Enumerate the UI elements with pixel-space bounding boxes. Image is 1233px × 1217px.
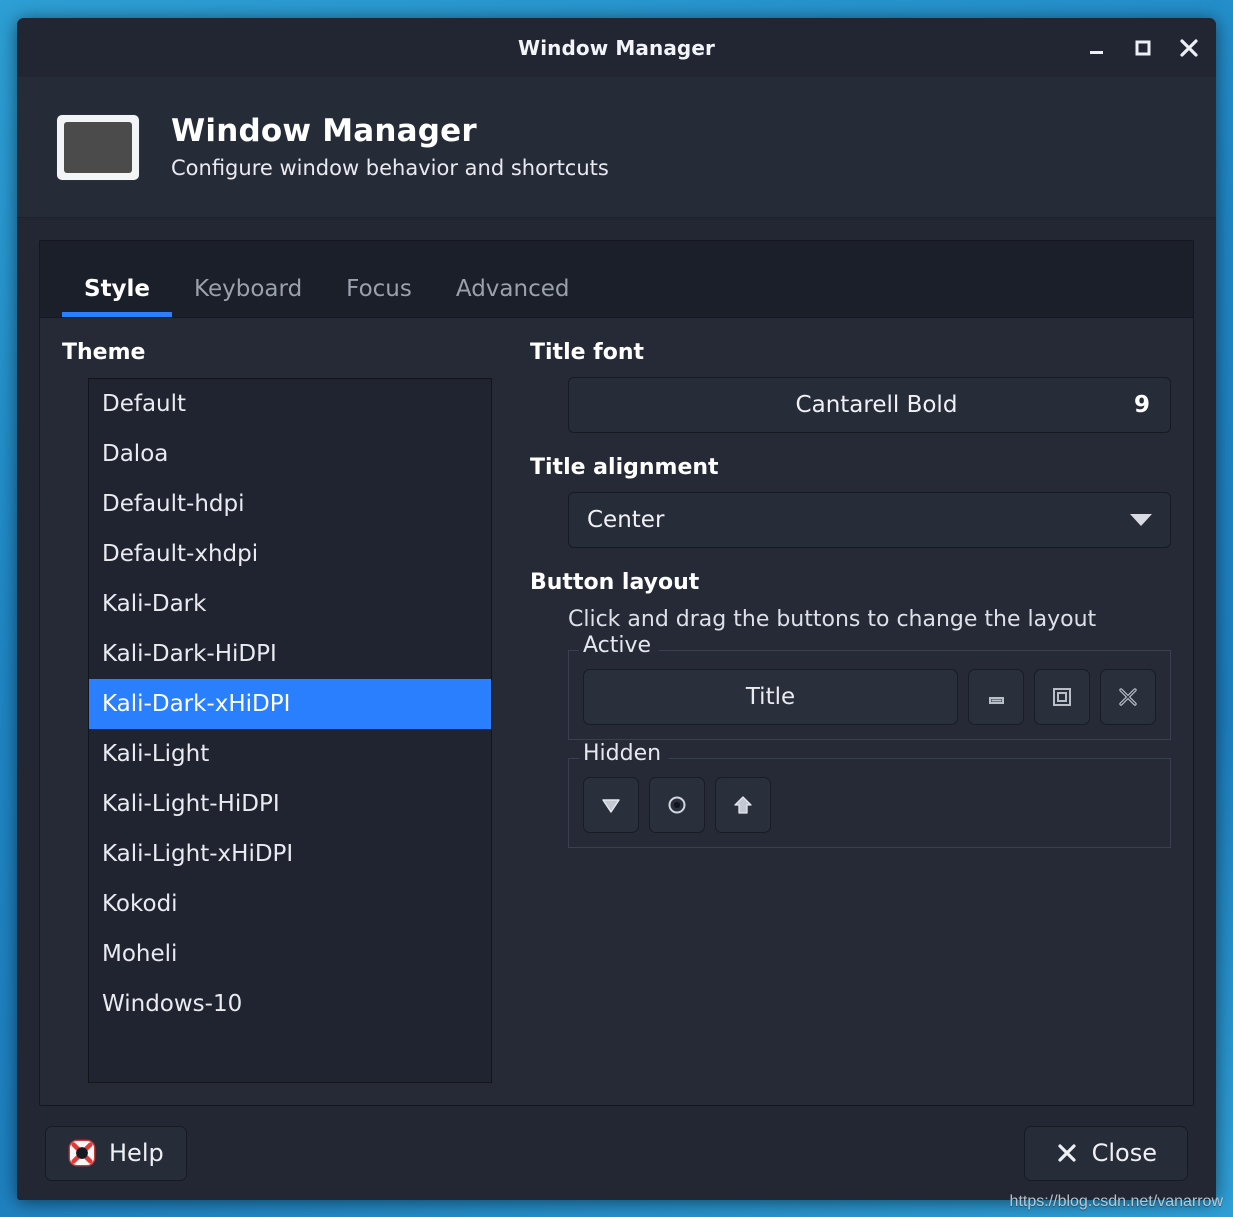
- watermark: https://blog.csdn.net/vanarrow: [1010, 1193, 1223, 1211]
- title-alignment-group: Title alignment Center: [530, 457, 1171, 548]
- list-item[interactable]: Default: [89, 379, 491, 429]
- help-button-label: Help: [109, 1139, 164, 1167]
- stick-button[interactable]: [649, 777, 705, 833]
- theme-list[interactable]: Default Daloa Default-hdpi Default-xhdpi…: [88, 378, 492, 1083]
- page-title: Window Manager: [171, 114, 609, 150]
- button-layout-hint: Click and drag the buttons to change the…: [568, 607, 1171, 632]
- list-item[interactable]: Kali-Light-HiDPI: [89, 779, 491, 829]
- list-item[interactable]: Moheli: [89, 929, 491, 979]
- action-bar: Help Close: [17, 1106, 1216, 1200]
- maximize-button[interactable]: [1034, 669, 1090, 725]
- list-item[interactable]: Windows-10: [89, 979, 491, 1029]
- title-alignment-value: Center: [587, 507, 1130, 533]
- list-item[interactable]: Default-hdpi: [89, 479, 491, 529]
- minimize-icon: [981, 682, 1011, 712]
- page-subtitle: Configure window behavior and shortcuts: [171, 156, 609, 180]
- menu-button[interactable]: [583, 777, 639, 833]
- theme-section-label: Theme: [62, 342, 492, 364]
- close-x-icon: [1055, 1141, 1079, 1165]
- page-header: Window Manager Configure window behavior…: [17, 77, 1216, 218]
- list-item[interactable]: Kali-Light: [89, 729, 491, 779]
- title-font-group: Title font Cantarell Bold 9: [530, 342, 1171, 433]
- hidden-buttons-frame: Hidden: [568, 758, 1171, 848]
- help-button[interactable]: Help: [45, 1126, 187, 1181]
- active-buttons-frame: Active Title: [568, 650, 1171, 740]
- style-options-pane: Title font Cantarell Bold 9 Title alignm…: [508, 342, 1171, 1083]
- minimize-button[interactable]: [968, 669, 1024, 725]
- maximize-icon: [1047, 682, 1077, 712]
- active-buttons-row: Title: [583, 669, 1156, 725]
- minimize-icon[interactable]: [1084, 35, 1110, 61]
- hidden-buttons-row: [583, 777, 1156, 833]
- shade-button[interactable]: [715, 777, 771, 833]
- close-button[interactable]: [1100, 669, 1156, 725]
- titlebar-title: Window Manager: [518, 36, 715, 60]
- list-item-selected[interactable]: Kali-Dark-xHiDPI: [89, 679, 491, 729]
- tab-focus[interactable]: Focus: [324, 278, 434, 317]
- list-item[interactable]: Daloa: [89, 429, 491, 479]
- triangle-down-icon: [596, 790, 626, 820]
- tab-advanced[interactable]: Advanced: [434, 278, 592, 317]
- active-frame-legend: Active: [579, 635, 659, 657]
- style-tab-content: Theme Default Daloa Default-hdpi Default…: [40, 318, 1193, 1105]
- button-layout-group: Button layout Click and drag the buttons…: [530, 572, 1171, 848]
- title-font-label: Title font: [530, 342, 1171, 364]
- header-text: Window Manager Configure window behavior…: [171, 114, 609, 181]
- arrow-up-icon: [728, 790, 758, 820]
- window-manager-icon: [57, 115, 139, 180]
- titlebar[interactable]: Window Manager: [17, 18, 1216, 77]
- circle-dot-icon: [662, 790, 692, 820]
- close-x-icon: [1113, 682, 1143, 712]
- settings-notebook: Style Keyboard Focus Advanced Theme Defa…: [39, 240, 1194, 1106]
- close-dialog-label: Close: [1092, 1139, 1157, 1167]
- title-placeholder-button[interactable]: Title: [583, 669, 958, 725]
- tab-style[interactable]: Style: [62, 278, 172, 317]
- title-font-size: 9: [1134, 392, 1150, 418]
- title-font-name: Cantarell Bold: [589, 392, 1134, 418]
- list-item[interactable]: Kali-Dark-HiDPI: [89, 629, 491, 679]
- theme-pane: Theme Default Daloa Default-hdpi Default…: [62, 342, 492, 1083]
- body-area: Style Keyboard Focus Advanced Theme Defa…: [17, 218, 1216, 1106]
- window-manager-window: Window Manager Window Manager Configure …: [17, 18, 1216, 1200]
- close-dialog-button[interactable]: Close: [1024, 1126, 1188, 1181]
- button-layout-label: Button layout: [530, 572, 1171, 594]
- title-alignment-label: Title alignment: [530, 457, 1171, 479]
- list-item[interactable]: Kokodi: [89, 879, 491, 929]
- window-controls: [1084, 18, 1202, 77]
- list-item[interactable]: Kali-Dark: [89, 579, 491, 629]
- close-icon[interactable]: [1176, 35, 1202, 61]
- chevron-down-icon: [1130, 514, 1152, 526]
- list-item[interactable]: Default-xhdpi: [89, 529, 491, 579]
- hidden-frame-legend: Hidden: [579, 743, 669, 765]
- title-alignment-select[interactable]: Center: [568, 492, 1171, 548]
- tab-keyboard[interactable]: Keyboard: [172, 278, 324, 317]
- tab-bar: Style Keyboard Focus Advanced: [40, 241, 1193, 318]
- lifebuoy-icon: [68, 1139, 96, 1167]
- list-item[interactable]: Kali-Light-xHiDPI: [89, 829, 491, 879]
- title-font-button[interactable]: Cantarell Bold 9: [568, 377, 1171, 433]
- maximize-icon[interactable]: [1130, 35, 1156, 61]
